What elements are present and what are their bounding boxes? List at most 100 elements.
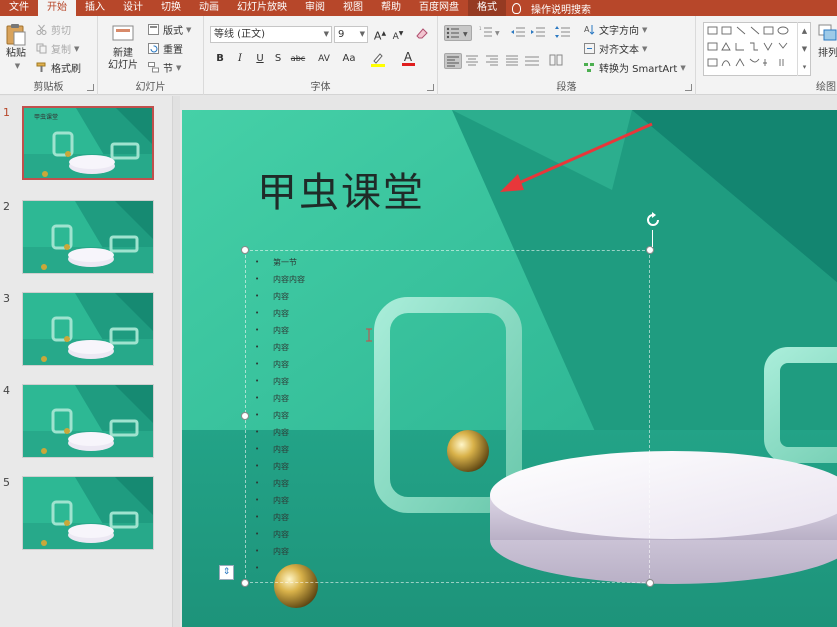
paragraph-launcher-icon[interactable] bbox=[685, 84, 692, 91]
thumbnail-frame[interactable] bbox=[22, 384, 154, 458]
new-slide-label-2: 幻灯片 bbox=[108, 60, 138, 71]
font-size-select[interactable]: 9 ▼ bbox=[334, 26, 368, 43]
tab-animations[interactable]: 动画 bbox=[190, 0, 228, 16]
shapes-gallery[interactable] bbox=[703, 22, 811, 76]
font-name-select[interactable]: 等线 (正文) ▼ bbox=[210, 26, 332, 43]
resize-handle-bottom-left[interactable] bbox=[241, 579, 249, 587]
list-item[interactable]: 内容 bbox=[255, 526, 305, 543]
list-item[interactable]: 内容 bbox=[255, 288, 305, 305]
tab-view[interactable]: 视图 bbox=[334, 0, 372, 16]
thumbnail-frame[interactable] bbox=[22, 200, 154, 274]
resize-handle-top[interactable] bbox=[646, 246, 654, 254]
align-center-button[interactable] bbox=[464, 53, 482, 69]
thumbnail-scrollbar[interactable] bbox=[172, 96, 180, 627]
list-item[interactable]: 内容 bbox=[255, 424, 305, 441]
copy-button[interactable]: 复制 ▼ bbox=[36, 41, 79, 56]
slide-thumbnail-4[interactable]: 4 bbox=[0, 384, 172, 464]
list-item-empty[interactable] bbox=[255, 560, 305, 577]
tab-insert[interactable]: 插入 bbox=[76, 0, 114, 16]
slide-title[interactable]: 甲虫课堂 bbox=[257, 160, 425, 218]
highlight-button[interactable] bbox=[370, 51, 386, 67]
list-item[interactable]: 内容 bbox=[255, 492, 305, 509]
tab-slideshow[interactable]: 幻灯片放映 bbox=[228, 0, 296, 16]
font-color-button[interactable]: A bbox=[400, 49, 416, 66]
resize-handle-bottom[interactable] bbox=[646, 579, 654, 587]
list-item[interactable]: 内容 bbox=[255, 509, 305, 526]
list-item[interactable]: 内容 bbox=[255, 390, 305, 407]
tab-baidu-netdisk[interactable]: 百度网盘 bbox=[410, 0, 468, 16]
list-item[interactable]: 内容 bbox=[255, 441, 305, 458]
list-item[interactable]: 内容内容 bbox=[255, 271, 305, 288]
format-painter-button[interactable]: 格式刷 bbox=[36, 60, 81, 75]
rotate-handle-icon[interactable] bbox=[644, 211, 662, 229]
align-text-button[interactable]: 对齐文本 ▼ bbox=[584, 41, 647, 56]
thumbnail-frame[interactable] bbox=[22, 292, 154, 366]
more-icon[interactable]: ▾ bbox=[798, 58, 811, 76]
thumbnail-frame[interactable]: 甲虫课堂 bbox=[22, 106, 154, 180]
italic-button[interactable]: I bbox=[232, 51, 248, 67]
clipboard-launcher-icon[interactable] bbox=[87, 84, 94, 91]
grow-font-button[interactable]: A▲ bbox=[372, 26, 388, 43]
list-item[interactable]: 内容 bbox=[255, 305, 305, 322]
slide-thumbnail-1[interactable]: 1 甲虫课堂 bbox=[0, 106, 172, 186]
resize-handle-left[interactable] bbox=[241, 412, 249, 420]
shapes-gallery-scroll[interactable]: ▲ ▼ ▾ bbox=[797, 22, 811, 76]
list-item[interactable]: 内容 bbox=[255, 543, 305, 560]
paste-button[interactable]: 粘贴 ▼ bbox=[3, 22, 29, 72]
new-slide-button[interactable]: 新建 幻灯片 bbox=[102, 22, 144, 72]
change-case-button[interactable]: Aa bbox=[338, 51, 360, 67]
increase-indent-button[interactable] bbox=[530, 25, 548, 41]
numbering-button[interactable]: 1 ▼ bbox=[478, 25, 504, 41]
tab-format[interactable]: 格式 bbox=[468, 0, 506, 16]
tab-transitions[interactable]: 切换 bbox=[152, 0, 190, 16]
bullets-button[interactable]: ▼ bbox=[444, 25, 472, 41]
tab-file[interactable]: 文件 bbox=[0, 0, 38, 16]
content-placeholder[interactable]: 第一节 内容内容 内容 内容 内容 内容 内容 内容 内容 内容 内容 内容 内… bbox=[245, 250, 650, 583]
slide-thumbnail-3[interactable]: 3 bbox=[0, 292, 172, 372]
list-item[interactable]: 内容 bbox=[255, 407, 305, 424]
tab-review[interactable]: 审阅 bbox=[296, 0, 334, 16]
justify-button[interactable] bbox=[504, 53, 522, 69]
tell-me-search[interactable]: 操作说明搜索 bbox=[512, 1, 591, 16]
bold-button[interactable]: B bbox=[212, 51, 228, 67]
list-item[interactable]: 内容 bbox=[255, 373, 305, 390]
font-launcher-icon[interactable] bbox=[427, 84, 434, 91]
decrease-indent-button[interactable] bbox=[510, 25, 528, 41]
autofit-options-icon[interactable]: ⇕ bbox=[219, 565, 234, 580]
underline-button[interactable]: U bbox=[252, 51, 268, 67]
distributed-button[interactable] bbox=[524, 53, 542, 69]
resize-handle-top-left[interactable] bbox=[241, 246, 249, 254]
reset-button[interactable]: 重置 bbox=[148, 41, 183, 56]
align-left-button[interactable] bbox=[444, 53, 462, 69]
list-item[interactable]: 内容 bbox=[255, 356, 305, 373]
tab-home[interactable]: 开始 bbox=[38, 0, 76, 16]
section-button[interactable]: 节 ▼ bbox=[148, 60, 181, 75]
slide-thumbnail-2[interactable]: 2 bbox=[0, 200, 172, 280]
list-item[interactable]: 内容 bbox=[255, 458, 305, 475]
smartart-label: 转换为 SmartArt bbox=[599, 64, 678, 75]
list-item[interactable]: 内容 bbox=[255, 339, 305, 356]
list-item[interactable]: 内容 bbox=[255, 322, 305, 339]
thumbnail-frame[interactable] bbox=[22, 476, 154, 550]
shadow-text-button[interactable]: S bbox=[270, 51, 286, 67]
chevron-down-icon[interactable]: ▼ bbox=[798, 40, 811, 58]
strikethrough-button[interactable]: abc bbox=[288, 51, 308, 67]
layout-button[interactable]: 版式 ▼ bbox=[148, 22, 191, 37]
cut-button[interactable]: 剪切 bbox=[36, 22, 71, 37]
columns-button[interactable] bbox=[548, 53, 566, 69]
align-right-button[interactable] bbox=[484, 53, 502, 69]
list-item[interactable]: 内容 bbox=[255, 475, 305, 492]
slide[interactable]: 甲虫课堂 第一节 内容内容 内容 内容 内容 内容 内容 内容 内容 内容 内容… bbox=[182, 110, 837, 627]
convert-smartart-button[interactable]: 转换为 SmartArt ▼ bbox=[584, 60, 686, 75]
shrink-font-button[interactable]: A▼ bbox=[390, 26, 406, 42]
text-direction-button[interactable]: A 文字方向 ▼ bbox=[584, 22, 647, 37]
line-spacing-button[interactable] bbox=[554, 25, 572, 41]
tab-help[interactable]: 帮助 bbox=[372, 0, 410, 16]
arrange-button[interactable]: 排列 bbox=[814, 22, 837, 60]
tab-design[interactable]: 设计 bbox=[114, 0, 152, 16]
list-item[interactable]: 第一节 bbox=[255, 254, 305, 271]
chevron-up-icon[interactable]: ▲ bbox=[798, 22, 811, 40]
slide-thumbnail-5[interactable]: 5 bbox=[0, 476, 172, 556]
clear-format-button[interactable] bbox=[414, 26, 430, 42]
char-spacing-button[interactable]: AV bbox=[314, 51, 334, 67]
